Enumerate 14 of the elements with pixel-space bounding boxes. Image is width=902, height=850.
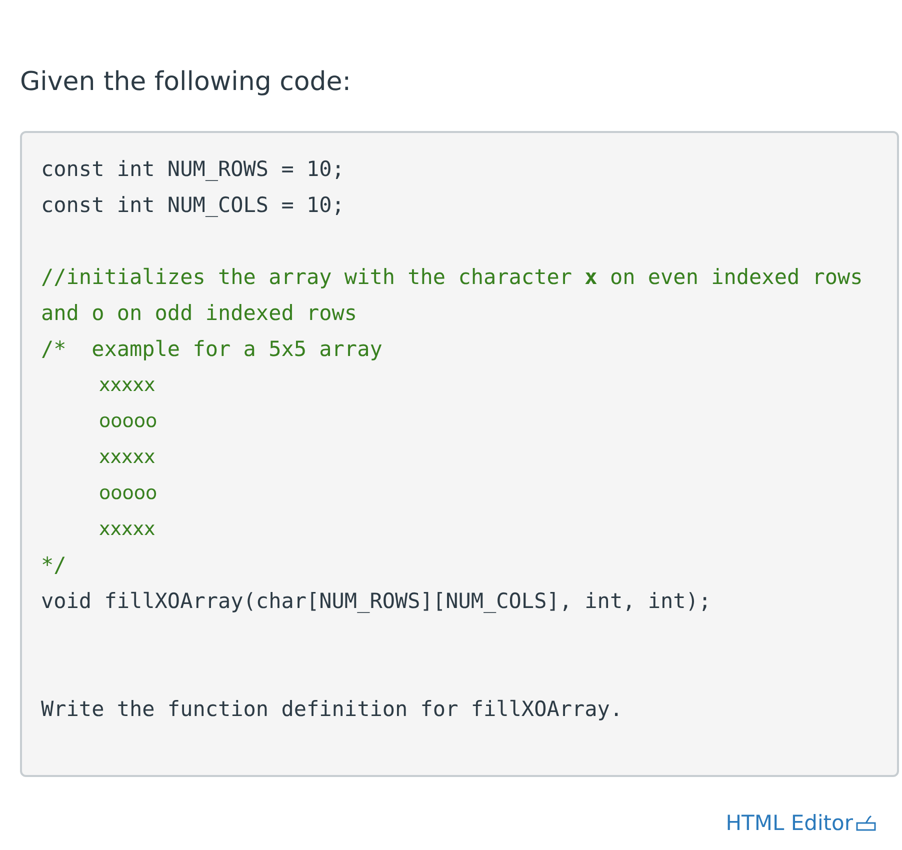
code-comment: */ bbox=[41, 552, 66, 579]
code-line: const int NUM_ROWS = 10; bbox=[41, 156, 344, 183]
code-comment: //initializes the array with the character x on even indexed rows and o on odd indexed rows bbox=[41, 264, 864, 327]
html-editor-link[interactable]: HTML Editor bbox=[726, 811, 877, 835]
code-comment: /* example for a 5x5 array bbox=[41, 336, 382, 363]
comment-pattern: ooooo bbox=[98, 409, 158, 434]
comment-pattern: xxxxx bbox=[98, 517, 156, 542]
comment-pattern: xxxxx bbox=[98, 445, 156, 470]
code-line: void fillXOArray(char[NUM_ROWS][NUM_COLS], int, int); bbox=[41, 588, 712, 615]
comment-pattern: ooooo bbox=[98, 481, 158, 506]
comment-pattern: xxxxx bbox=[98, 373, 156, 398]
code-line: const int NUM_COLS = 10; bbox=[41, 192, 344, 219]
question-prompt: Given the following code: bbox=[20, 66, 352, 99]
code-line: Write the function definition for fillXOArray. bbox=[41, 696, 623, 723]
